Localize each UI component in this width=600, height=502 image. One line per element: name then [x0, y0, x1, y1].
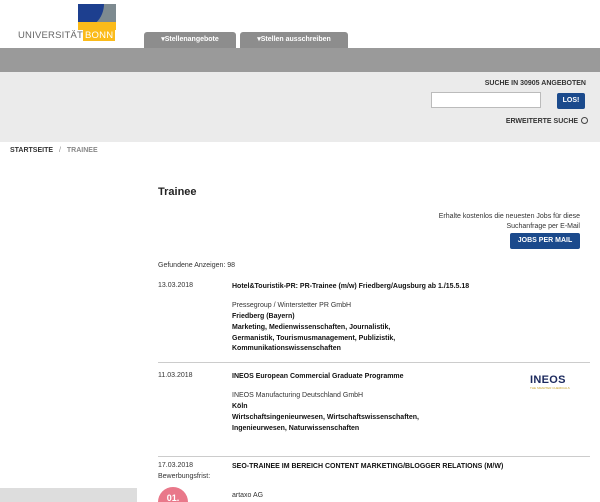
job-date: 11.03.2018	[158, 372, 193, 379]
breadcrumb-home-link[interactable]: STARTSEITE	[10, 147, 53, 154]
job-title-link[interactable]: INEOS European Commercial Graduate Progr…	[232, 372, 512, 382]
circle-arrow-icon	[581, 117, 588, 124]
job-location: Friedberg (Bayern)	[232, 313, 295, 320]
jobs-per-mail-button[interactable]: JOBS PER MAIL	[510, 233, 580, 249]
sidebar-footer	[0, 488, 137, 502]
search-title: SUCHE IN 30905 ANGEBOTEN	[484, 80, 586, 87]
breadcrumb: STARTSEITE / TRAINEE	[10, 147, 98, 154]
search-panel: SUCHE IN 30905 ANGEBOTEN LOS! ERWEITERTE…	[0, 72, 600, 142]
advanced-search-label: ERWEITERTE SUCHE	[505, 118, 579, 125]
search-input[interactable]	[431, 92, 541, 108]
company-logo-word: INEOS	[530, 374, 566, 386]
logo-text: UNIVERSITÄT BONN	[18, 30, 116, 41]
company-logo-sub: THE SMARTER CHEMICALS	[530, 386, 570, 390]
breadcrumb-separator: /	[59, 147, 61, 154]
job-fields: Wirtschaftsingenieurwesen, Wirtschaftswi…	[232, 414, 419, 432]
job-listing: 11.03.2018 INEOS European Commercial Gra…	[158, 372, 590, 457]
job-location: Köln	[232, 403, 248, 410]
sidebar	[0, 160, 137, 502]
page-title: Trainee	[158, 186, 197, 198]
job-date: 17.03.2018	[158, 462, 194, 469]
tab-stellen-ausschreiben[interactable]: ▾Stellen ausschreiben	[240, 32, 348, 48]
job-fields: Marketing, Medienwissenschaften, Journal…	[232, 324, 396, 352]
job-listing: 17.03.2018 Bewerbungsfrist: 01. SEO-TRAI…	[158, 462, 590, 502]
job-company: artaxo AG	[232, 492, 264, 499]
logo-mark-icon	[78, 4, 116, 30]
job-title-link[interactable]: SEO-TRAINEE IM BEREICH CONTENT MARKETING…	[232, 462, 512, 472]
deadline-badge: 01.	[158, 487, 188, 502]
tab-stellenangebote[interactable]: ▾Stellenangebote	[144, 32, 236, 48]
job-divider	[158, 362, 590, 363]
job-date: 13.03.2018	[158, 282, 194, 289]
nav-band	[0, 48, 600, 72]
job-divider	[158, 456, 590, 457]
results-main: Trainee Erhalte kostenlos die neuesten J…	[158, 160, 590, 502]
mail-info-text: Erhalte kostenlos die neuesten Jobs für …	[438, 213, 580, 230]
search-submit-button[interactable]: LOS!	[557, 93, 585, 109]
results-count: Gefundene Anzeigen: 98	[158, 262, 236, 269]
job-title-link[interactable]: Hotel&Touristik-PR: PR-Trainee (m/w) Fri…	[232, 282, 512, 292]
job-company: INEOS Manufacturing Deutschland GmbH	[232, 392, 364, 399]
advanced-search-link[interactable]: ERWEITERTE SUCHE	[506, 117, 588, 125]
university-logo[interactable]: UNIVERSITÄT BONN	[18, 4, 118, 42]
job-company: Pressegroup / Winterstetter PR GmbH	[232, 302, 352, 309]
header: UNIVERSITÄT BONN ▾Stellenangebote ▾Stelle…	[0, 0, 600, 48]
job-deadline-label: Bewerbungsfrist:	[158, 473, 211, 480]
breadcrumb-current: TRAINEE	[66, 147, 98, 154]
company-logo[interactable]: INEOS THE SMARTER CHEMICALS	[530, 374, 578, 402]
job-listing: 13.03.2018 Hotel&Touristik-PR: PR-Traine…	[158, 282, 590, 363]
